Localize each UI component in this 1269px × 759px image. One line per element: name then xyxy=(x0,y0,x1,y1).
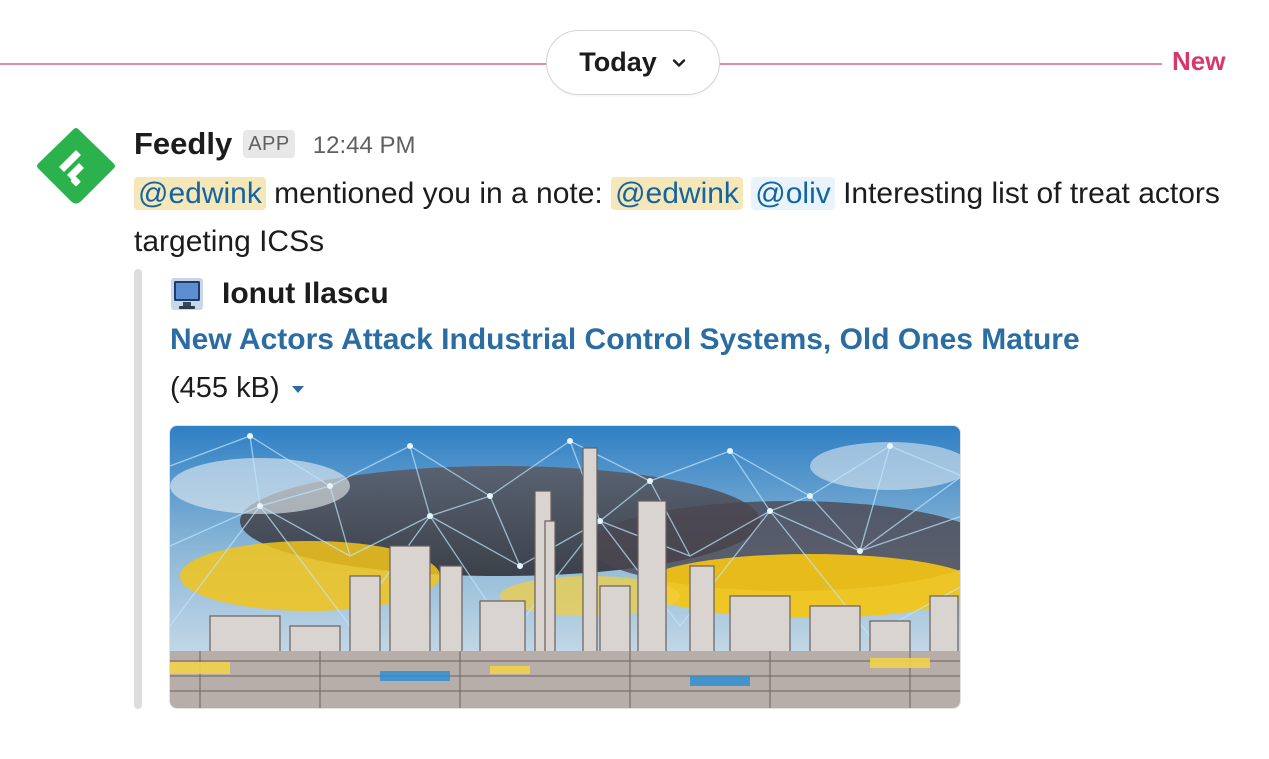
author-name: Ionut Ilascu xyxy=(222,277,389,310)
attachment-author: Ionut Ilascu xyxy=(170,276,389,312)
mention-oliv[interactable]: @oliv xyxy=(751,177,835,210)
chevron-down-icon xyxy=(672,58,685,67)
article-preview-image[interactable] xyxy=(169,425,961,709)
date-divider-button[interactable]: Today xyxy=(546,30,720,95)
divider-line-right xyxy=(718,63,1162,65)
mention-edwink-2[interactable]: @edwink xyxy=(611,177,743,210)
date-label: Today xyxy=(579,47,657,77)
message-text: @edwink mentioned you in a note: @edwink… xyxy=(134,170,1234,266)
message-header: Feedly APP 12:44 PM xyxy=(134,124,415,164)
sender-name[interactable]: Feedly xyxy=(134,126,232,162)
computer-monitor-icon xyxy=(171,278,203,310)
file-size-row: (455 kB) xyxy=(170,372,306,405)
feedly-logo-icon[interactable] xyxy=(35,128,117,204)
file-size: (455 kB) xyxy=(170,372,280,404)
divider-line-left xyxy=(0,63,548,65)
caret-down-icon[interactable] xyxy=(290,383,306,395)
message-text-part: mentioned you in a note: xyxy=(265,177,612,210)
message-timestamp[interactable]: 12:44 PM xyxy=(313,132,416,160)
article-title-link[interactable]: New Actors Attack Industrial Control Sys… xyxy=(170,323,1080,357)
attachment-border xyxy=(134,269,142,709)
app-badge: APP xyxy=(243,130,295,158)
new-messages-label: New xyxy=(1172,46,1226,76)
mention-edwink[interactable]: @edwink xyxy=(134,177,266,210)
